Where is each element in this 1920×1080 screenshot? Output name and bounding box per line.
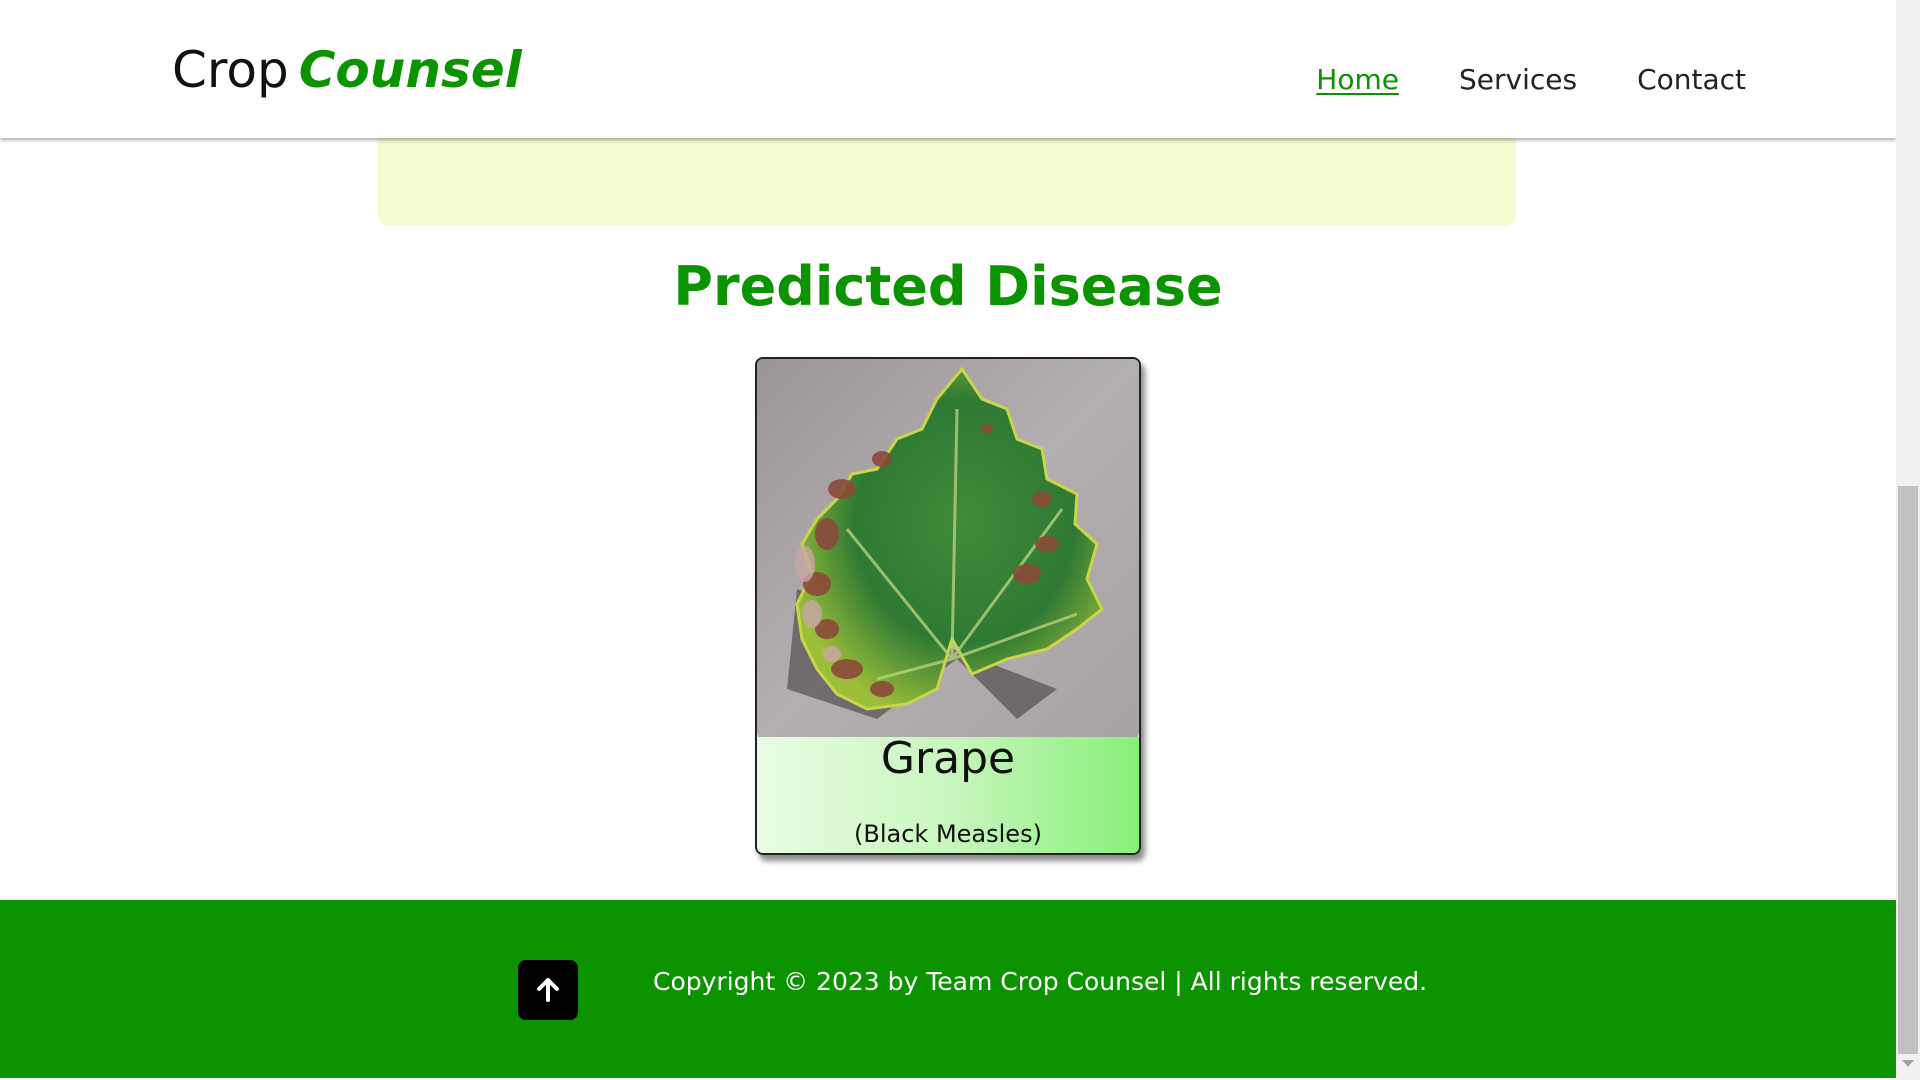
grape-leaf-image bbox=[757, 359, 1139, 742]
back-to-top-button[interactable] bbox=[518, 960, 578, 1020]
section-title: Predicted Disease bbox=[673, 255, 1223, 318]
logo[interactable]: Crop Counsel bbox=[172, 38, 522, 102]
site-footer: Copyright © 2023 by Team Crop Counsel | … bbox=[0, 900, 1896, 1080]
page: Crop Counsel Home Services Contact Predic… bbox=[0, 0, 1896, 1080]
vertical-scrollbar[interactable] bbox=[1896, 0, 1920, 1080]
scroll-down-arrow-icon[interactable] bbox=[1902, 1060, 1914, 1067]
prediction-card: Grape (Black Measles) bbox=[755, 357, 1141, 855]
site-header: Crop Counsel Home Services Contact bbox=[0, 0, 1896, 138]
disease-name: (Black Measles) bbox=[854, 820, 1042, 848]
crop-name: Grape bbox=[880, 733, 1016, 784]
copyright-text: Copyright © 2023 by Team Crop Counsel | … bbox=[653, 967, 1428, 996]
nav-services[interactable]: Services bbox=[1459, 60, 1577, 100]
nav-contact[interactable]: Contact bbox=[1637, 60, 1746, 100]
logo-primary: Crop bbox=[172, 41, 289, 99]
logo-accent: Counsel bbox=[298, 41, 522, 99]
nav-home[interactable]: Home bbox=[1316, 60, 1399, 100]
main-nav: Home Services Contact bbox=[1316, 60, 1746, 100]
arrow-up-icon bbox=[537, 978, 559, 1002]
scrollbar-thumb[interactable] bbox=[1898, 486, 1918, 1054]
